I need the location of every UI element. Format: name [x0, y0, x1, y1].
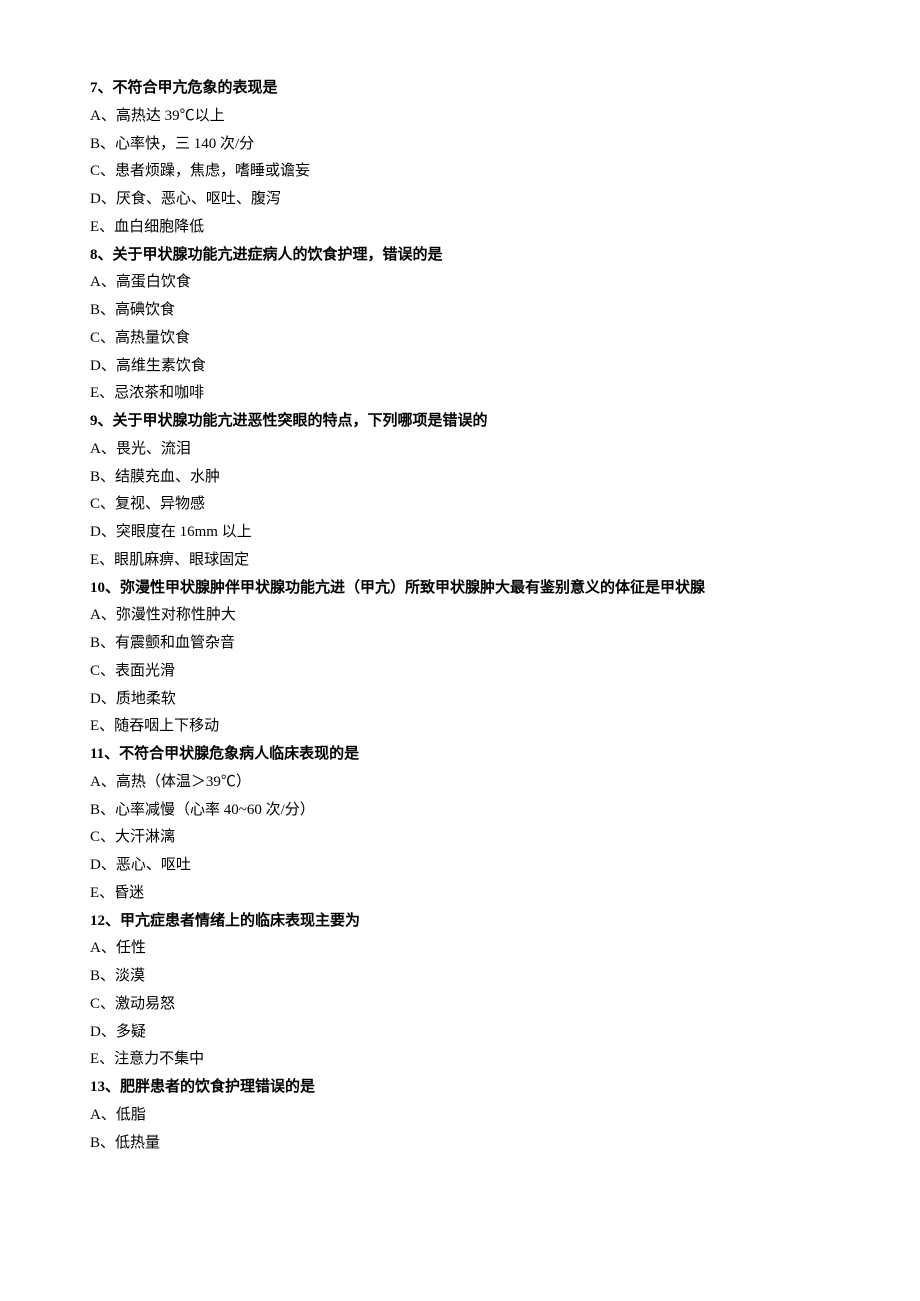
question-stem: 10、弥漫性甲状腺肿伴甲状腺功能亢进（甲亢）所致甲状腺肿大最有鉴别意义的体征是甲…	[90, 575, 830, 603]
question-stem: 9、关于甲状腺功能亢进恶性突眼的特点，下列哪项是错误的	[90, 408, 830, 436]
option: D、多疑	[90, 1019, 830, 1047]
question-12: 12、甲亢症患者情绪上的临床表现主要为 A、任性 B、淡漠 C、激动易怒 D、多…	[90, 908, 830, 1075]
option: C、表面光滑	[90, 658, 830, 686]
question-13: 13、肥胖患者的饮食护理错误的是 A、低脂 B、低热量	[90, 1074, 830, 1157]
question-stem: 8、关于甲状腺功能亢进症病人的饮食护理，错误的是	[90, 242, 830, 270]
option: D、突眼度在 16mm 以上	[90, 519, 830, 547]
option: D、恶心、呕吐	[90, 852, 830, 880]
option: C、大汗淋漓	[90, 824, 830, 852]
option: C、激动易怒	[90, 991, 830, 1019]
question-10: 10、弥漫性甲状腺肿伴甲状腺功能亢进（甲亢）所致甲状腺肿大最有鉴别意义的体征是甲…	[90, 575, 830, 742]
option: C、高热量饮食	[90, 325, 830, 353]
option: E、随吞咽上下移动	[90, 713, 830, 741]
option: A、高热达 39℃以上	[90, 103, 830, 131]
option: C、患者烦躁，焦虑，嗜睡或谵妄	[90, 158, 830, 186]
question-9: 9、关于甲状腺功能亢进恶性突眼的特点，下列哪项是错误的 A、畏光、流泪 B、结膜…	[90, 408, 830, 575]
question-8: 8、关于甲状腺功能亢进症病人的饮食护理，错误的是 A、高蛋白饮食 B、高碘饮食 …	[90, 242, 830, 409]
option: B、有震颤和血管杂音	[90, 630, 830, 658]
option: B、低热量	[90, 1130, 830, 1158]
option: A、高热（体温＞39℃）	[90, 769, 830, 797]
question-11: 11、不符合甲状腺危象病人临床表现的是 A、高热（体温＞39℃） B、心率减慢（…	[90, 741, 830, 908]
option: E、忌浓茶和咖啡	[90, 380, 830, 408]
question-7: 7、不符合甲亢危象的表现是 A、高热达 39℃以上 B、心率快，三 140 次/…	[90, 75, 830, 242]
option: B、心率减慢（心率 40~60 次/分）	[90, 797, 830, 825]
option: D、质地柔软	[90, 686, 830, 714]
option: B、心率快，三 140 次/分	[90, 131, 830, 159]
page-content: 7、不符合甲亢危象的表现是 A、高热达 39℃以上 B、心率快，三 140 次/…	[0, 0, 920, 1301]
option: B、淡漠	[90, 963, 830, 991]
option: D、厌食、恶心、呕吐、腹泻	[90, 186, 830, 214]
option: B、结膜充血、水肿	[90, 464, 830, 492]
option: E、注意力不集中	[90, 1046, 830, 1074]
option: E、眼肌麻痹、眼球固定	[90, 547, 830, 575]
option: E、昏迷	[90, 880, 830, 908]
option: A、畏光、流泪	[90, 436, 830, 464]
option: A、高蛋白饮食	[90, 269, 830, 297]
option: D、高维生素饮食	[90, 353, 830, 381]
option: B、高碘饮食	[90, 297, 830, 325]
option: A、任性	[90, 935, 830, 963]
option: C、复视、异物感	[90, 491, 830, 519]
option: A、弥漫性对称性肿大	[90, 602, 830, 630]
question-stem: 7、不符合甲亢危象的表现是	[90, 75, 830, 103]
question-stem: 11、不符合甲状腺危象病人临床表现的是	[90, 741, 830, 769]
option: A、低脂	[90, 1102, 830, 1130]
question-stem: 13、肥胖患者的饮食护理错误的是	[90, 1074, 830, 1102]
question-stem: 12、甲亢症患者情绪上的临床表现主要为	[90, 908, 830, 936]
option: E、血白细胞降低	[90, 214, 830, 242]
